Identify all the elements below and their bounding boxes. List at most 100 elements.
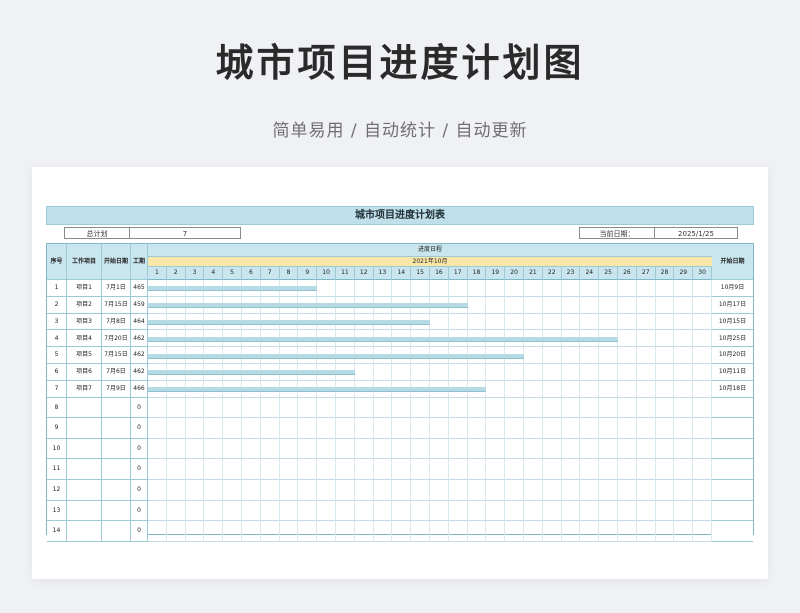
row-duration[interactable]: 0: [131, 521, 148, 542]
row-start-date[interactable]: [102, 459, 131, 480]
row-task[interactable]: [67, 480, 102, 501]
table-row[interactable]: 6 项目6 7月6日 462 10月11日: [47, 364, 753, 381]
row-seq[interactable]: 11: [47, 459, 67, 480]
row-start-date[interactable]: [102, 438, 131, 460]
row-seq[interactable]: 8: [47, 397, 67, 419]
row-task[interactable]: [67, 418, 102, 439]
table-row[interactable]: 13 0: [47, 500, 753, 522]
row-start-date[interactable]: 7月20日: [102, 330, 131, 348]
row-seq[interactable]: 4: [47, 330, 67, 348]
gantt-cell: [185, 418, 205, 439]
table-row[interactable]: 2 项目2 7月15日 459 10月17日: [47, 296, 753, 314]
row-task[interactable]: 项目6: [67, 364, 102, 381]
table-row[interactable]: 80: [47, 397, 753, 419]
table-row[interactable]: 4 项目4 7月20日 462 10月25日: [47, 330, 753, 348]
table-row[interactable]: 7 项目7 7月9日 466 10月18日: [47, 380, 753, 398]
row-end-date[interactable]: 10月18日: [712, 380, 753, 398]
day-header: 8: [279, 267, 299, 280]
gantt-cell: [298, 500, 318, 522]
row-seq[interactable]: 6: [47, 364, 67, 381]
row-task[interactable]: [67, 438, 102, 460]
row-seq[interactable]: 1: [47, 280, 67, 297]
row-duration[interactable]: 465: [131, 280, 148, 297]
row-seq[interactable]: 10: [47, 438, 67, 460]
row-end-date[interactable]: [712, 521, 753, 542]
row-seq[interactable]: 13: [47, 500, 67, 522]
row-start-date[interactable]: 7月8日: [102, 313, 131, 331]
current-date-value[interactable]: 2025/1/25: [654, 227, 738, 239]
row-start-date[interactable]: [102, 480, 131, 501]
row-seq[interactable]: 12: [47, 480, 67, 501]
row-duration[interactable]: 0: [131, 480, 148, 501]
row-duration[interactable]: 0: [131, 500, 148, 522]
row-start-date[interactable]: [102, 397, 131, 419]
row-end-date[interactable]: 10月15日: [712, 313, 753, 331]
gantt-cell: [242, 480, 261, 501]
table-row[interactable]: 3 项目3 7月8日 464 10月15日: [47, 313, 753, 331]
row-task[interactable]: [67, 521, 102, 542]
row-duration[interactable]: 464: [131, 313, 148, 331]
table-row[interactable]: 5 项目5 7月15日 462 10月20日: [47, 347, 753, 364]
row-start-date[interactable]: 7月1日: [102, 280, 131, 297]
row-end-date[interactable]: 10月17日: [712, 296, 753, 314]
day-header: 15: [411, 267, 430, 280]
row-end-date[interactable]: 10月25日: [712, 330, 753, 348]
row-start-date[interactable]: 7月6日: [102, 364, 131, 381]
row-duration[interactable]: 0: [131, 418, 148, 439]
gantt-cell: [279, 397, 299, 419]
row-end-date[interactable]: 10月9日: [712, 280, 753, 297]
row-start-date[interactable]: 7月15日: [102, 296, 131, 314]
row-task[interactable]: 项目1: [67, 280, 102, 297]
row-start-date[interactable]: [102, 500, 131, 522]
gantt-cell: [279, 418, 299, 439]
table-row[interactable]: 90: [47, 418, 753, 439]
row-task[interactable]: [67, 397, 102, 419]
row-end-date[interactable]: [712, 480, 753, 501]
row-duration[interactable]: 459: [131, 296, 148, 314]
row-seq[interactable]: 9: [47, 418, 67, 439]
row-duration[interactable]: 462: [131, 364, 148, 381]
row-task[interactable]: 项目3: [67, 313, 102, 331]
row-duration[interactable]: 462: [131, 330, 148, 348]
row-task[interactable]: 项目4: [67, 330, 102, 348]
table-row[interactable]: 11 0: [47, 459, 753, 480]
total-value[interactable]: 7: [129, 227, 241, 239]
row-start-date[interactable]: 7月15日: [102, 347, 131, 364]
row-end-date[interactable]: [712, 500, 753, 522]
row-task[interactable]: 项目7: [67, 380, 102, 398]
row-seq[interactable]: 5: [47, 347, 67, 364]
table-row[interactable]: 14 0: [47, 521, 753, 542]
row-start-date[interactable]: [102, 418, 131, 439]
row-duration[interactable]: 0: [131, 397, 148, 419]
row-task[interactable]: [67, 500, 102, 522]
row-end-date[interactable]: 10月11日: [712, 364, 753, 381]
row-end-date[interactable]: [712, 397, 753, 419]
row-seq[interactable]: 14: [47, 521, 67, 542]
row-duration[interactable]: 0: [131, 438, 148, 460]
row-seq[interactable]: 3: [47, 313, 67, 331]
row-start-date[interactable]: 7月9日: [102, 380, 131, 398]
row-seq[interactable]: 7: [47, 380, 67, 398]
row-seq[interactable]: 2: [47, 296, 67, 314]
row-end-date[interactable]: [712, 438, 753, 460]
gantt-cell: [561, 521, 581, 542]
row-task[interactable]: 项目5: [67, 347, 102, 364]
row-duration[interactable]: 0: [131, 459, 148, 480]
row-end-date[interactable]: [712, 418, 753, 439]
gantt-cell: [693, 280, 712, 297]
gantt-cell: [580, 380, 600, 398]
row-end-date[interactable]: 10月20日: [712, 347, 753, 364]
table-row[interactable]: 10 0: [47, 438, 753, 460]
row-end-date[interactable]: [712, 459, 753, 480]
table-row[interactable]: 12 0: [47, 480, 753, 501]
row-duration[interactable]: 462: [131, 347, 148, 364]
gantt-cell: [317, 397, 336, 419]
gantt-cell: [242, 438, 261, 460]
table-row[interactable]: 1 项目1 7月1日 465 10月9日: [47, 280, 753, 297]
gantt-cell: [430, 480, 449, 501]
row-task[interactable]: [67, 459, 102, 480]
row-duration[interactable]: 466: [131, 380, 148, 398]
row-start-date[interactable]: [102, 521, 131, 542]
row-task[interactable]: 项目2: [67, 296, 102, 314]
gantt-cell: [524, 280, 543, 297]
